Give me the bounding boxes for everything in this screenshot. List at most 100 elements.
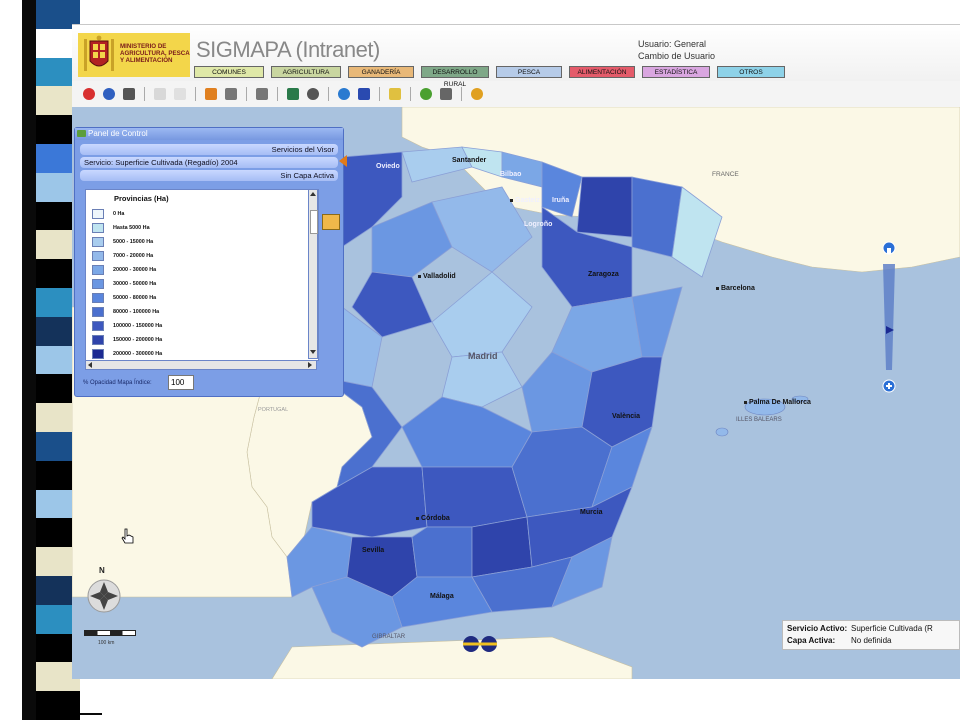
toolbar-separator: [328, 87, 329, 101]
legend-label: 0 Ha: [113, 210, 125, 217]
city-santander: Santander: [452, 157, 487, 164]
nav-tab-alimentaci-n[interactable]: ALIMENTACIÓN: [569, 66, 635, 78]
legend-label: Hasta 5000 Ha: [113, 224, 150, 231]
legend-label: 5000 - 15000 Ha: [113, 238, 154, 245]
city-bilbao: Bilbao: [500, 171, 522, 178]
city-cordoba: Córdoba: [416, 515, 450, 522]
nav-tab-comunes[interactable]: COMUNES: [194, 66, 264, 78]
add-icon[interactable]: [417, 85, 435, 103]
nav-tab-ganader-a[interactable]: GANADERÍA: [348, 66, 414, 78]
asturias-region: [401, 146, 473, 183]
info-icon[interactable]: [151, 85, 169, 103]
legend-title: Provincias (Ha): [114, 194, 169, 203]
slide-border-stripes: [0, 0, 80, 720]
status-service: Servicio Activo: Superficie Cultivada (R: [787, 624, 933, 633]
city-valencia: València: [612, 413, 641, 420]
scroll-left-icon[interactable]: [88, 362, 92, 368]
legend-row: 20000 - 30000 Ha: [92, 264, 156, 275]
toolbar-separator: [246, 87, 247, 101]
print-icon[interactable]: [355, 85, 373, 103]
export-icon[interactable]: [437, 85, 455, 103]
target-icon[interactable]: [304, 85, 322, 103]
ministry-line-3: Y ALIMENTACIÓN: [120, 57, 173, 64]
nav-tabs: COMUNES AGRICULTURA GANADERÍA DESARROLLO RU…: [194, 66, 785, 88]
change-user-link[interactable]: Cambio de Usuario: [638, 51, 715, 61]
toolbar-separator: [277, 87, 278, 101]
eraser-icon[interactable]: [222, 85, 240, 103]
panel-folder-icon: [77, 130, 86, 138]
nav-tab-otros[interactable]: OTROS: [717, 66, 785, 78]
note-icon[interactable]: [386, 85, 404, 103]
measure-icon[interactable]: [253, 85, 271, 103]
opacity-input[interactable]: [168, 375, 194, 390]
pan-icon[interactable]: [120, 85, 138, 103]
legend-swatch: [92, 278, 104, 289]
map-toolbar: [72, 83, 960, 105]
huesca-region: [576, 176, 633, 238]
opacity-label: % Opacidad Mapa Índice:: [83, 380, 152, 386]
city-zaragoza: Zaragoza: [588, 271, 619, 278]
user-name: Usuario: General: [638, 39, 707, 49]
legend-swatch: [92, 222, 104, 233]
legend-label: 80000 - 100000 Ha: [113, 308, 160, 315]
city-barcelona: Barcelona: [716, 285, 755, 292]
zoom-in-icon[interactable]: [80, 85, 98, 103]
scroll-right-icon[interactable]: [308, 362, 312, 368]
status-layer: Capa Activa: No definida: [787, 636, 892, 645]
legend-horizontal-scrollbar[interactable]: [85, 360, 317, 370]
navigation-compass[interactable]: N: [84, 566, 126, 616]
bottom-logo-icon: [463, 636, 497, 652]
legend-swatch: [92, 306, 104, 317]
legend-label: 7000 - 20000 Ha: [113, 252, 154, 259]
nav-tab-desarrollo-rural[interactable]: DESARROLLO RURAL: [421, 66, 489, 88]
ministry-line-1: MINISTERIO DE: [120, 43, 167, 50]
country-label-france: FRANCE: [712, 171, 739, 178]
refresh-icon[interactable]: [335, 85, 353, 103]
panel-title-bar[interactable]: Panel de Control: [75, 128, 343, 140]
service-bar[interactable]: Servicio: Superficie Cultivada (Regadío)…: [80, 157, 338, 168]
layers-icon[interactable]: [322, 214, 340, 230]
panel-title: Panel de Control: [88, 129, 148, 138]
zoom-slider[interactable]: [878, 240, 900, 396]
legend-box: Provincias (Ha) 0 Ha Hasta 5000 Ha 5000 - …: [85, 189, 319, 361]
layer-icon[interactable]: [202, 85, 220, 103]
zoom-out-icon[interactable]: [100, 85, 118, 103]
city-madrid: Madrid: [468, 351, 498, 361]
nav-tab-pesca[interactable]: PESCA: [496, 66, 562, 78]
status-box: Servicio Activo: Superficie Cultivada (R …: [782, 620, 960, 650]
scale-bar: [84, 630, 136, 636]
morocco-land: [271, 636, 633, 679]
legend-label: 50000 - 80000 Ha: [113, 294, 157, 301]
scroll-thumb[interactable]: [310, 210, 318, 234]
nav-tab-agricultura[interactable]: AGRICULTURA: [271, 66, 341, 78]
select-icon[interactable]: [171, 85, 189, 103]
city-sevilla: Sevilla: [362, 547, 385, 554]
layer-bar[interactable]: Sin Capa Activa: [80, 170, 338, 181]
stripe-segment: [36, 691, 80, 720]
spain-provinces: [286, 146, 723, 648]
toolbar-separator: [461, 87, 462, 101]
legend-swatch: [92, 250, 104, 261]
legend-row: 150000 - 200000 Ha: [92, 334, 162, 345]
control-panel[interactable]: Panel de Control Servicios del Visor Ser…: [74, 127, 347, 397]
toolbar-separator: [410, 87, 411, 101]
compass-rose-icon[interactable]: [84, 576, 126, 616]
help-icon[interactable]: [468, 85, 486, 103]
scroll-down-icon[interactable]: [310, 350, 316, 354]
service-arrow-icon[interactable]: [339, 155, 347, 167]
scroll-up-icon[interactable]: [310, 192, 316, 196]
nav-tab-estad-stica[interactable]: ESTADÍSTICA: [642, 66, 710, 78]
legend-vertical-scrollbar[interactable]: [308, 189, 318, 359]
city-malaga: Málaga: [430, 593, 454, 600]
services-bar[interactable]: Servicios del Visor: [80, 144, 338, 155]
city-logrono: Logroño: [524, 221, 553, 228]
binoculars-icon[interactable]: [284, 85, 302, 103]
label-gibraltar: GIBRALTAR: [372, 634, 406, 640]
legend-row: 50000 - 80000 Ha: [92, 292, 156, 303]
ministry-logo: MINISTERIO DE AGRICULTURA, PESCA Y ALIME…: [78, 33, 190, 77]
legend-label: 30000 - 50000 Ha: [113, 280, 157, 287]
legend-row: 7000 - 20000 Ha: [92, 250, 153, 261]
hand-cursor-icon: [121, 528, 134, 544]
legend-row: 5000 - 15000 Ha: [92, 236, 153, 247]
stripe-rail: [22, 0, 36, 720]
